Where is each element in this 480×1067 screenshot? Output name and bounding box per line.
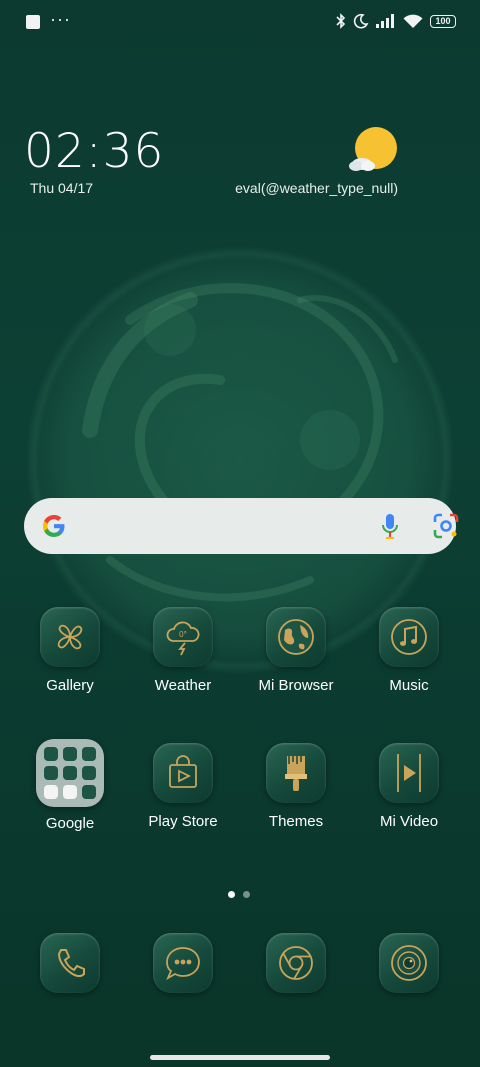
app-label: Themes [268, 813, 324, 830]
folder-google[interactable]: Google [20, 739, 120, 832]
app-label: Mi Video [379, 813, 439, 830]
app-label: Play Store [148, 813, 218, 830]
gallery-pinwheel-icon [40, 607, 100, 667]
page-dot[interactable] [243, 891, 250, 898]
video-play-icon [379, 743, 439, 803]
app-gallery[interactable]: Gallery [20, 607, 120, 694]
battery-icon: 100 [430, 14, 456, 28]
app-label: Music [389, 677, 429, 694]
camera-icon [379, 933, 439, 993]
google-lens-icon[interactable] [432, 512, 460, 540]
bluetooth-icon [336, 13, 346, 29]
chrome-icon [266, 933, 326, 993]
page-dot-active[interactable] [228, 891, 235, 898]
app-mi-video[interactable]: Mi Video [359, 743, 459, 830]
weather-status-text[interactable]: eval(@weather_type_null) [235, 180, 398, 196]
app-play-store[interactable]: Play Store [133, 743, 233, 830]
app-label: Google [45, 815, 95, 832]
microphone-icon[interactable] [380, 512, 400, 540]
battery-level: 100 [435, 15, 451, 26]
play-store-bag-icon [153, 743, 213, 803]
clock-date[interactable]: Thu 04/17 [30, 180, 93, 196]
phone-icon [40, 933, 100, 993]
more-dots-icon: ··· [50, 9, 71, 29]
do-not-disturb-moon-icon [353, 13, 369, 29]
globe-icon [266, 607, 326, 667]
home-gesture-bar[interactable] [150, 1055, 330, 1060]
music-note-icon [379, 607, 439, 667]
app-label: Gallery [46, 677, 94, 694]
wifi-icon [403, 14, 423, 28]
paintbrush-icon [266, 743, 326, 803]
app-themes[interactable]: Themes [246, 743, 346, 830]
dock-camera[interactable] [359, 933, 459, 993]
sun-with-cloud-icon[interactable] [348, 126, 400, 174]
app-label: Mi Browser [258, 677, 334, 694]
folder-icon [36, 739, 104, 807]
dock-phone[interactable] [20, 933, 120, 993]
cellular-signal-icon [376, 14, 394, 28]
status-bar: ··· 100 [0, 0, 480, 46]
google-search-bar[interactable] [24, 498, 459, 554]
dock-chrome[interactable] [246, 933, 346, 993]
app-weather[interactable]: 0° Weather [133, 607, 233, 694]
page-indicator[interactable] [228, 891, 250, 898]
app-mi-browser[interactable]: Mi Browser [246, 607, 346, 694]
square-notification-icon [26, 15, 40, 29]
clock-time[interactable]: 02:36 [24, 124, 164, 180]
weather-cloud-icon: 0° [153, 607, 213, 667]
google-g-icon [43, 515, 65, 537]
dock-messages[interactable] [133, 933, 233, 993]
app-label: Weather [154, 677, 212, 694]
messages-icon [153, 933, 213, 993]
weather-temp-text: 0° [179, 630, 187, 639]
app-music[interactable]: Music [359, 607, 459, 694]
